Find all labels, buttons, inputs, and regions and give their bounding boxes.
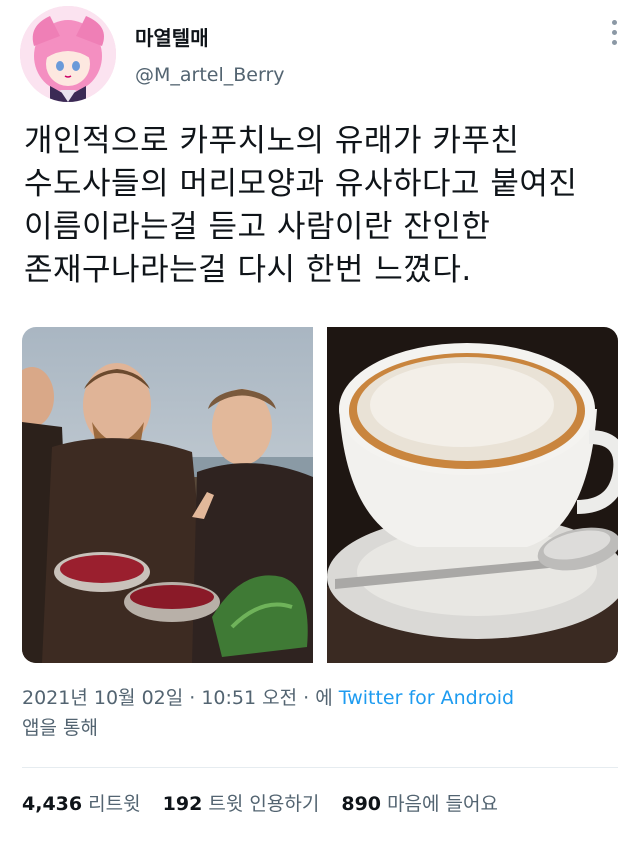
retweets-count: 4,436 bbox=[22, 793, 83, 815]
retweets-label: 리트윗 bbox=[88, 793, 141, 815]
tweet-text: 개인적으로 카푸치노의 유래가 카푸친 수도사들의 머리모양과 유사하다고 붙여… bbox=[24, 120, 624, 292]
retweets-stat[interactable]: 4,436 리트윗 bbox=[22, 793, 141, 815]
source-link[interactable]: Twitter for Android bbox=[339, 687, 514, 709]
cappuccino-cup-image[interactable] bbox=[327, 327, 618, 663]
divider bbox=[22, 767, 618, 768]
quotes-label: 트윗 인용하기 bbox=[208, 793, 320, 815]
likes-stat[interactable]: 890 마음에 들어요 bbox=[341, 793, 498, 815]
source-suffix: 앱을 통해 bbox=[22, 717, 98, 739]
tweet-media bbox=[22, 327, 618, 663]
quotes-count: 192 bbox=[162, 793, 203, 815]
monks-painting-image[interactable] bbox=[22, 327, 313, 663]
anime-avatar-icon bbox=[20, 6, 116, 102]
tweet-line: 수도사들의 머리모양과 유사하다고 붙여진 bbox=[24, 166, 578, 202]
more-options-icon[interactable] bbox=[610, 20, 618, 50]
display-name[interactable]: 마열텔매 bbox=[135, 22, 209, 51]
tweet-line: 존재구나라는걸 다시 한번 느꼈다. bbox=[24, 252, 472, 288]
tweet-header: 마열텔매 @M_artel_Berry bbox=[0, 0, 640, 110]
tweet-stats: 4,436 리트윗 192 트윗 인용하기 890 마음에 들어요 bbox=[22, 789, 498, 816]
avatar[interactable] bbox=[20, 6, 116, 102]
tweet-line: 이름이라는걸 듣고 사람이란 잔인한 bbox=[24, 209, 491, 245]
quotes-stat[interactable]: 192 트윗 인용하기 bbox=[163, 793, 320, 815]
likes-label: 마음에 들어요 bbox=[387, 793, 498, 815]
tweet-meta: 2021년 10월 02일 · 10:51 오전 · 에 Twitter for… bbox=[22, 683, 622, 743]
likes-count: 890 bbox=[341, 793, 382, 815]
timestamp[interactable]: 2021년 10월 02일 · 10:51 오전 · 에 bbox=[22, 687, 339, 709]
tweet-line: 개인적으로 카푸치노의 유래가 카푸친 bbox=[24, 123, 520, 159]
user-handle[interactable]: @M_artel_Berry bbox=[135, 64, 285, 86]
